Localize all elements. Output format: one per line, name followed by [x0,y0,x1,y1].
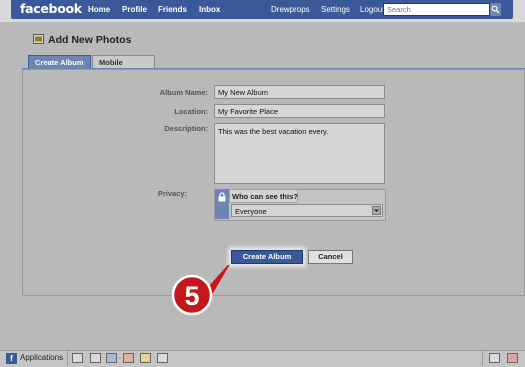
nav-username-link[interactable]: Drewprops [271,5,310,14]
chevron-down-icon [374,209,379,212]
privacy-select[interactable]: Everyone [231,204,383,217]
notifications-icon[interactable] [489,353,500,363]
search-icon [491,5,500,14]
divider [482,351,483,366]
description-field[interactable]: This was the best vacation every. [214,123,385,184]
nav-inbox-link[interactable]: Inbox [199,5,220,14]
location-label: Location: [174,107,208,116]
step-number: 5 [184,281,199,311]
tab-create-album[interactable]: Create Album [28,55,91,69]
create-album-button[interactable]: Create Album [231,250,303,264]
album-name-label: Album Name: [159,88,208,97]
friends-app-icon[interactable] [106,353,117,363]
applications-label: Applications [20,353,64,362]
location-field[interactable]: My Favorite Place [214,104,385,118]
events-app-icon[interactable] [123,353,134,363]
nav-profile-link[interactable]: Profile [122,5,147,14]
lock-icon [218,192,226,202]
notes-app-icon[interactable] [157,353,168,363]
privacy-label: Privacy: [157,189,187,198]
photos-icon [33,34,44,44]
privacy-lock-area [215,189,229,219]
search-input[interactable] [383,3,490,16]
privacy-prompt: Who can see this? [232,192,298,201]
facebook-icon: f [6,353,17,364]
video-app-icon[interactable] [90,353,101,363]
album-name-field[interactable]: My New Album [214,85,385,99]
divider [67,351,68,366]
chat-icon[interactable] [507,353,518,363]
nav-home-link[interactable]: Home [88,5,110,14]
cancel-button[interactable]: Cancel [308,250,353,264]
facebook-logo[interactable]: facebook [20,1,82,16]
description-label: Description: [164,124,208,133]
select-arrow[interactable] [372,206,381,215]
tab-mobile-photos[interactable]: Mobile Photos [92,55,155,76]
photos-app-icon[interactable] [72,353,83,363]
nav-settings-link[interactable]: Settings [321,5,350,14]
nav-friends-link[interactable]: Friends [158,5,187,14]
search-button[interactable] [490,3,501,16]
nav-logout-link[interactable]: Logout [360,5,384,14]
step-callout: 5 [171,265,230,316]
page-title: Add New Photos [48,34,132,46]
gifts-app-icon[interactable] [140,353,151,363]
